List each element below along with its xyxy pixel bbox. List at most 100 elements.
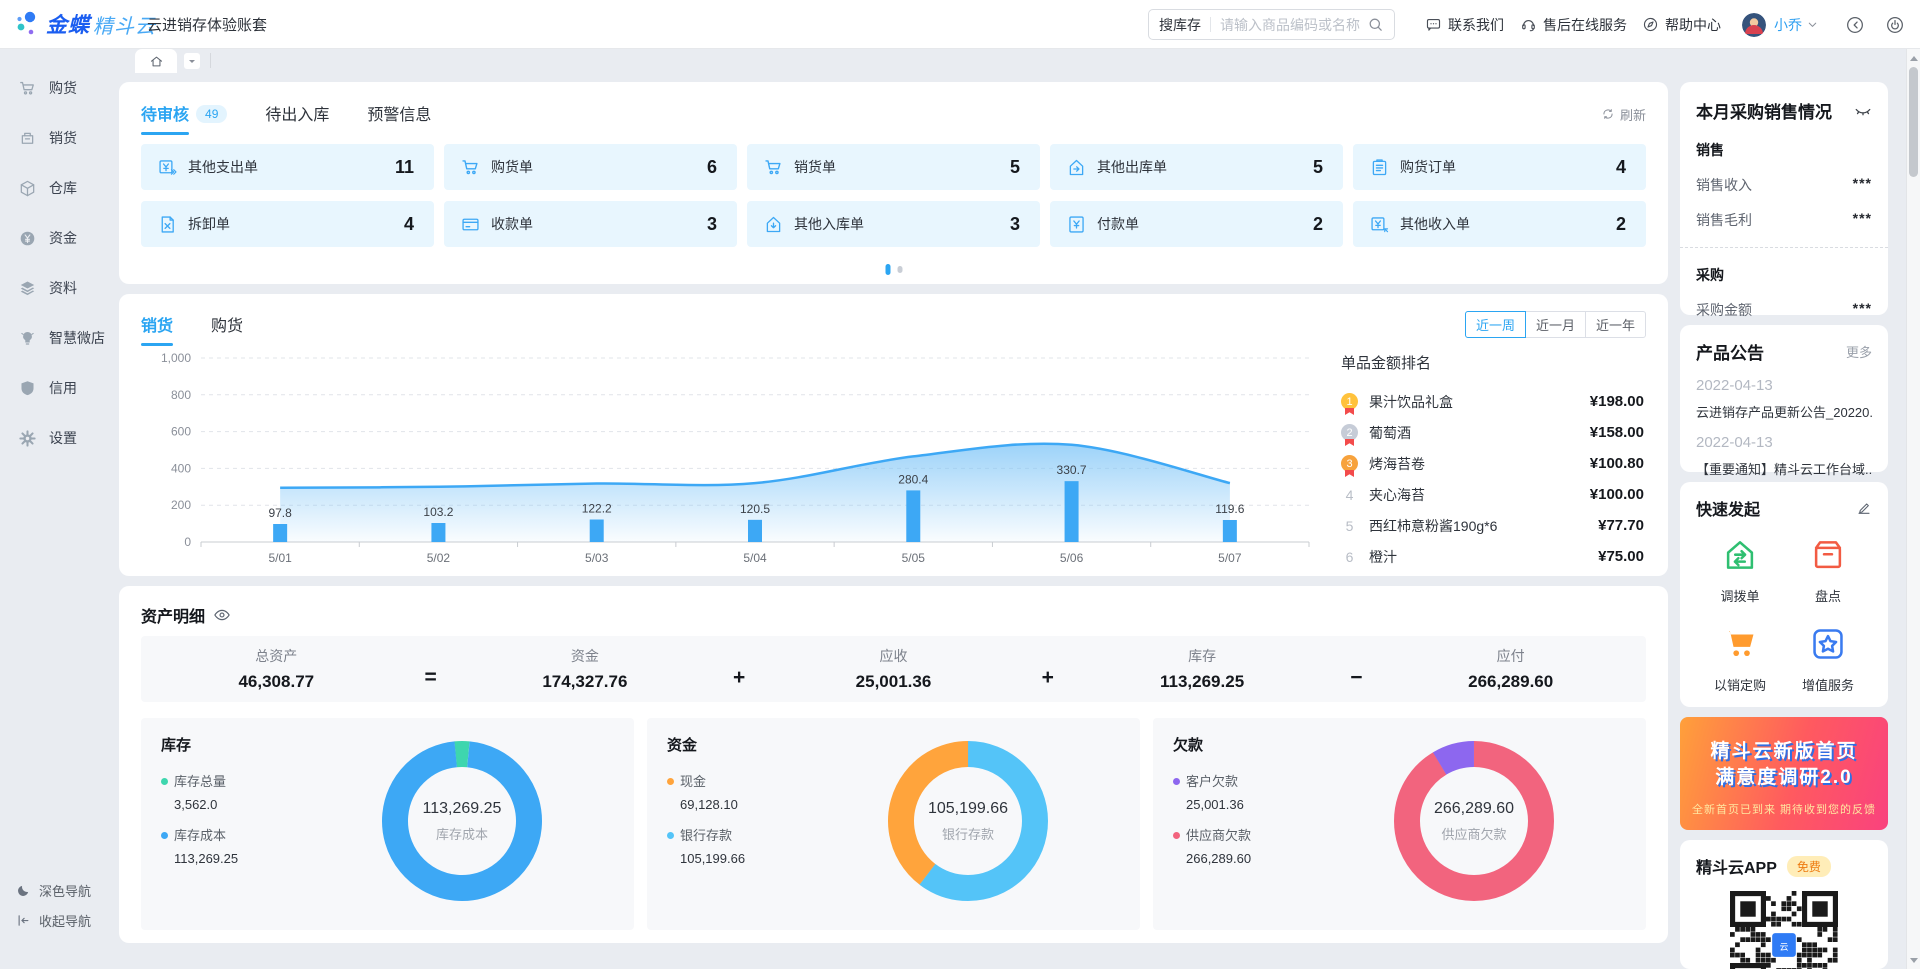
product-notice-panel: 产品公告 更多 2022-04-13 云进销存产品更新公告_20220... 2… bbox=[1680, 325, 1888, 472]
contact-us-link[interactable]: 联系我们 bbox=[1425, 0, 1504, 49]
svg-text:5/05: 5/05 bbox=[902, 551, 926, 565]
plus-operator: + bbox=[720, 666, 758, 690]
ranking-row[interactable]: 3 烤海苔卷 ¥100.80 bbox=[1341, 448, 1644, 479]
home-tab[interactable] bbox=[135, 49, 177, 73]
todo-card-label: 其他入库单 bbox=[794, 214, 864, 234]
todo-card-other-inbound[interactable]: 其他入库单 3 bbox=[747, 201, 1040, 247]
collapse-nav-button[interactable]: 收起导航 bbox=[0, 905, 91, 935]
sidebar-item-settings[interactable]: 设置 bbox=[0, 413, 110, 463]
ranking-row[interactable]: 5 西红柿意粉酱190g*6 ¥77.70 bbox=[1341, 510, 1644, 541]
tab-dropdown-button[interactable] bbox=[184, 53, 200, 69]
quick-action-stocktake[interactable]: 盘点 bbox=[1784, 536, 1872, 605]
tab-label: 待审核 bbox=[141, 101, 189, 127]
back-circle-icon[interactable] bbox=[1845, 15, 1865, 35]
search-input[interactable] bbox=[1220, 17, 1367, 33]
todo-card-receipt[interactable]: 收款单 3 bbox=[444, 201, 737, 247]
quick-action-value-added[interactable]: 增值服务 bbox=[1784, 625, 1872, 694]
tab-sales-trend[interactable]: 销货 bbox=[141, 312, 173, 338]
chevron-down-icon bbox=[1806, 18, 1819, 31]
legend-dot bbox=[1173, 832, 1180, 839]
sidebar-item-data[interactable]: 资料 bbox=[0, 263, 110, 313]
eye-icon[interactable] bbox=[213, 606, 231, 624]
sidebar-item-credit[interactable]: 信用 bbox=[0, 363, 110, 413]
todo-card-sales-order[interactable]: 销货单 5 bbox=[747, 144, 1040, 190]
survey-banner[interactable]: 精斗云新版首页 满意度调研2.0 全新首页已到来 期待收到您的反馈 bbox=[1680, 717, 1888, 830]
todo-card-purchase-order[interactable]: 购货单 6 bbox=[444, 144, 737, 190]
help-center-label: 帮助中心 bbox=[1665, 15, 1721, 35]
notice-link[interactable]: 【重要通知】精斗云工作台域... bbox=[1696, 459, 1872, 478]
ranking-item-name: 果汁饮品礼盒 bbox=[1369, 392, 1582, 412]
todo-card-purchase-request[interactable]: 购货订单 4 bbox=[1353, 144, 1646, 190]
inventory-search-box[interactable]: 搜库存 bbox=[1148, 9, 1395, 40]
after-sale-service-link[interactable]: 售后在线服务 bbox=[1520, 0, 1627, 49]
todo-card-disassembly[interactable]: 拆卸单 4 bbox=[141, 201, 434, 247]
page-scrollbar[interactable] bbox=[1906, 49, 1920, 969]
ranking-row[interactable]: 6 橙汁 ¥75.00 bbox=[1341, 541, 1644, 572]
user-menu[interactable]: 小乔 bbox=[1742, 0, 1819, 49]
bronze-medal-icon: 3 bbox=[1341, 455, 1358, 472]
sidebar-item-label: 购货 bbox=[49, 78, 77, 98]
todo-card-payment[interactable]: 付款单 2 bbox=[1050, 201, 1343, 247]
refresh-button[interactable]: 刷新 bbox=[1601, 105, 1646, 124]
scroll-up-arrow[interactable] bbox=[1907, 49, 1920, 65]
power-icon[interactable] bbox=[1885, 15, 1905, 35]
tab-purchase-trend[interactable]: 购货 bbox=[211, 312, 243, 338]
tab-warning-info[interactable]: 预警信息 bbox=[367, 101, 431, 127]
app-logo[interactable]: 金蝶 精斗云 bbox=[14, 9, 156, 39]
sidebar-item-label: 销货 bbox=[49, 128, 77, 148]
ranking-row[interactable]: 2 葡萄酒 ¥158.00 bbox=[1341, 417, 1644, 448]
tab-pending-approval[interactable]: 待审核 49 bbox=[141, 101, 227, 127]
todo-card-label: 其他收入单 bbox=[1400, 214, 1470, 234]
scroll-down-arrow[interactable] bbox=[1907, 953, 1920, 969]
asset-formula-strip: 总资产46,308.77 = 资金174,327.76 + 应收25,001.3… bbox=[141, 636, 1646, 702]
layers-icon bbox=[18, 279, 37, 298]
gold-medal-icon: 1 bbox=[1341, 393, 1358, 410]
warehouse-cube-icon bbox=[18, 179, 37, 198]
help-center-link[interactable]: 帮助中心 bbox=[1642, 0, 1721, 49]
notice-link[interactable]: 云进销存产品更新公告_20220... bbox=[1696, 402, 1872, 421]
ranking-row[interactable]: 1 果汁饮品礼盒 ¥198.00 bbox=[1341, 386, 1644, 417]
formula-inventory: 库存113,269.25 bbox=[1067, 646, 1338, 692]
todo-card-other-outbound[interactable]: 其他出库单 5 bbox=[1050, 144, 1343, 190]
todo-card-count: 2 bbox=[1313, 214, 1323, 235]
dark-nav-toggle[interactable]: 深色导航 bbox=[0, 875, 91, 905]
ranking-row[interactable]: 4 夹心海苔 ¥100.00 bbox=[1341, 479, 1644, 510]
formula-receivable: 应收25,001.36 bbox=[758, 646, 1029, 692]
avatar bbox=[1742, 13, 1766, 37]
eye-closed-icon[interactable] bbox=[1854, 102, 1872, 120]
pagination-dot-active[interactable] bbox=[885, 264, 890, 275]
scrollbar-thumb[interactable] bbox=[1909, 67, 1918, 177]
search-icon[interactable] bbox=[1367, 16, 1384, 33]
todo-card-label: 购货单 bbox=[491, 157, 533, 177]
dashed-divider bbox=[1680, 247, 1888, 248]
ranking-title: 单品金额排名 bbox=[1341, 352, 1644, 373]
headset-icon bbox=[1520, 16, 1537, 33]
tab-pending-stock-io[interactable]: 待出入库 bbox=[265, 101, 329, 127]
pagination-dot[interactable] bbox=[897, 266, 902, 273]
sidebar-item-funds[interactable]: 资金 bbox=[0, 213, 110, 263]
legend-label: 银行存款 bbox=[680, 828, 732, 843]
pencil-icon[interactable] bbox=[1856, 500, 1872, 516]
svg-text:5/03: 5/03 bbox=[585, 551, 609, 565]
range-month-button[interactable]: 近一月 bbox=[1525, 311, 1586, 338]
svg-text:330.7: 330.7 bbox=[1057, 463, 1087, 477]
sidebar-item-warehouse[interactable]: 仓库 bbox=[0, 163, 110, 213]
sidebar-item-label: 设置 bbox=[49, 428, 77, 448]
range-year-button[interactable]: 近一年 bbox=[1585, 311, 1646, 338]
sidebar-item-purchase[interactable]: 购货 bbox=[0, 63, 110, 113]
trend-panel: 销货 购货 近一周 近一月 近一年 02004006008001,0005/01… bbox=[119, 294, 1668, 576]
notice-more-link[interactable]: 更多 bbox=[1846, 342, 1872, 361]
ranking-item-name: 烤海苔卷 bbox=[1369, 454, 1582, 474]
quick-action-transfer[interactable]: 调拨单 bbox=[1696, 536, 1784, 605]
sidebar-item-sales[interactable]: 销货 bbox=[0, 113, 110, 163]
quick-action-sale-to-purchase[interactable]: 以销定购 bbox=[1696, 625, 1784, 694]
svg-text:120.5: 120.5 bbox=[740, 502, 770, 516]
todo-card-other-income[interactable]: 其他收入单 2 bbox=[1353, 201, 1646, 247]
sidebar-item-smart-store[interactable]: 智慧微店 bbox=[0, 313, 110, 363]
search-scope-label[interactable]: 搜库存 bbox=[1159, 15, 1201, 35]
todo-card-other-expense[interactable]: 其他支出单 11 bbox=[141, 144, 434, 190]
stocktake-box-icon bbox=[1809, 536, 1847, 574]
notice-date: 2022-04-13 bbox=[1696, 434, 1872, 451]
range-week-button[interactable]: 近一周 bbox=[1465, 311, 1526, 338]
ranking-item-amount: ¥100.00 bbox=[1590, 486, 1644, 503]
